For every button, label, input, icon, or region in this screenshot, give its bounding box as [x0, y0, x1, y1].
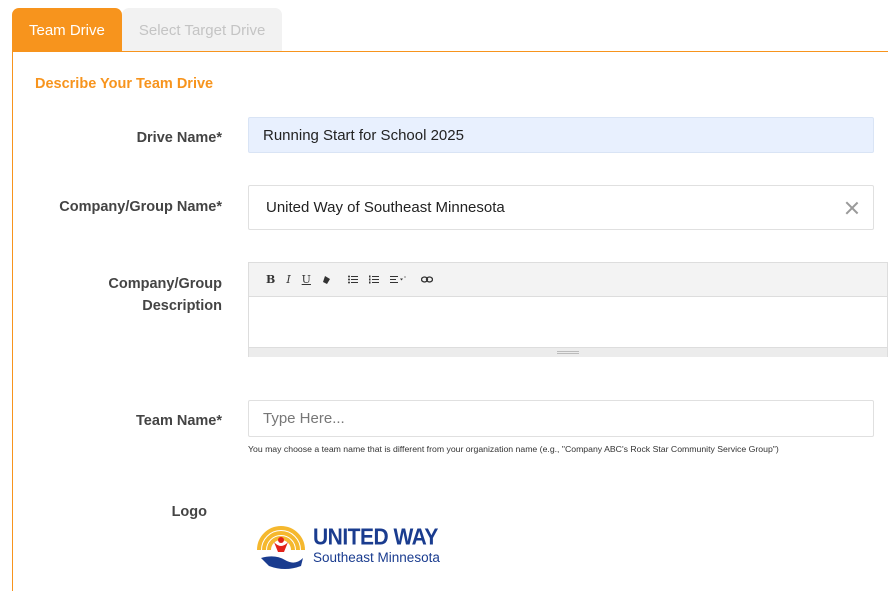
- description-label-line1: Company/Group: [108, 276, 222, 292]
- logo-title: UNITED WAY: [313, 524, 438, 551]
- description-label: Company/Group Description: [108, 273, 222, 317]
- grip-icon: [557, 351, 579, 354]
- united-way-logo-icon: [257, 526, 305, 569]
- underline-button[interactable]: U: [302, 273, 311, 286]
- tab-team-drive[interactable]: Team Drive: [12, 8, 122, 52]
- company-name-label: Company/Group Name*: [59, 199, 222, 215]
- company-name-value: United Way of Southeast Minnesota: [266, 199, 505, 216]
- team-name-placeholder: Type Here...: [263, 410, 345, 427]
- team-name-input[interactable]: Type Here...: [248, 400, 874, 437]
- drive-name-input[interactable]: Running Start for School 2025: [248, 117, 874, 153]
- logo-subtitle: Southeast Minnesota: [313, 550, 440, 565]
- unordered-list-icon[interactable]: [347, 275, 358, 284]
- align-dropdown-icon[interactable]: [389, 275, 406, 284]
- editor-resize-handle[interactable]: [249, 347, 887, 357]
- italic-button[interactable]: I: [286, 273, 290, 286]
- team-name-label: Team Name*: [136, 413, 222, 429]
- section-title: Describe Your Team Drive: [35, 76, 214, 92]
- ordered-list-icon[interactable]: [368, 275, 379, 284]
- editor-toolbar: B I U: [249, 263, 887, 297]
- tab-select-target-drive[interactable]: Select Target Drive: [121, 8, 283, 52]
- description-textarea[interactable]: [249, 297, 887, 347]
- drive-name-value: Running Start for School 2025: [263, 126, 464, 144]
- tab-bar: Team Drive Select Target Drive: [12, 8, 283, 52]
- description-label-line2: Description: [142, 298, 222, 314]
- clear-icon[interactable]: [845, 201, 859, 215]
- drive-name-label: Drive Name*: [136, 130, 222, 146]
- logo-label: Logo: [171, 504, 207, 520]
- link-icon[interactable]: [420, 276, 433, 283]
- description-editor: B I U: [248, 262, 888, 357]
- company-name-input[interactable]: United Way of Southeast Minnesota: [248, 185, 874, 230]
- eraser-icon[interactable]: [322, 275, 331, 285]
- bold-button[interactable]: B: [266, 273, 275, 286]
- logo-image: UNITED WAY Southeast Minnesota: [255, 518, 455, 574]
- team-name-help-text: You may choose a team name that is diffe…: [248, 444, 779, 454]
